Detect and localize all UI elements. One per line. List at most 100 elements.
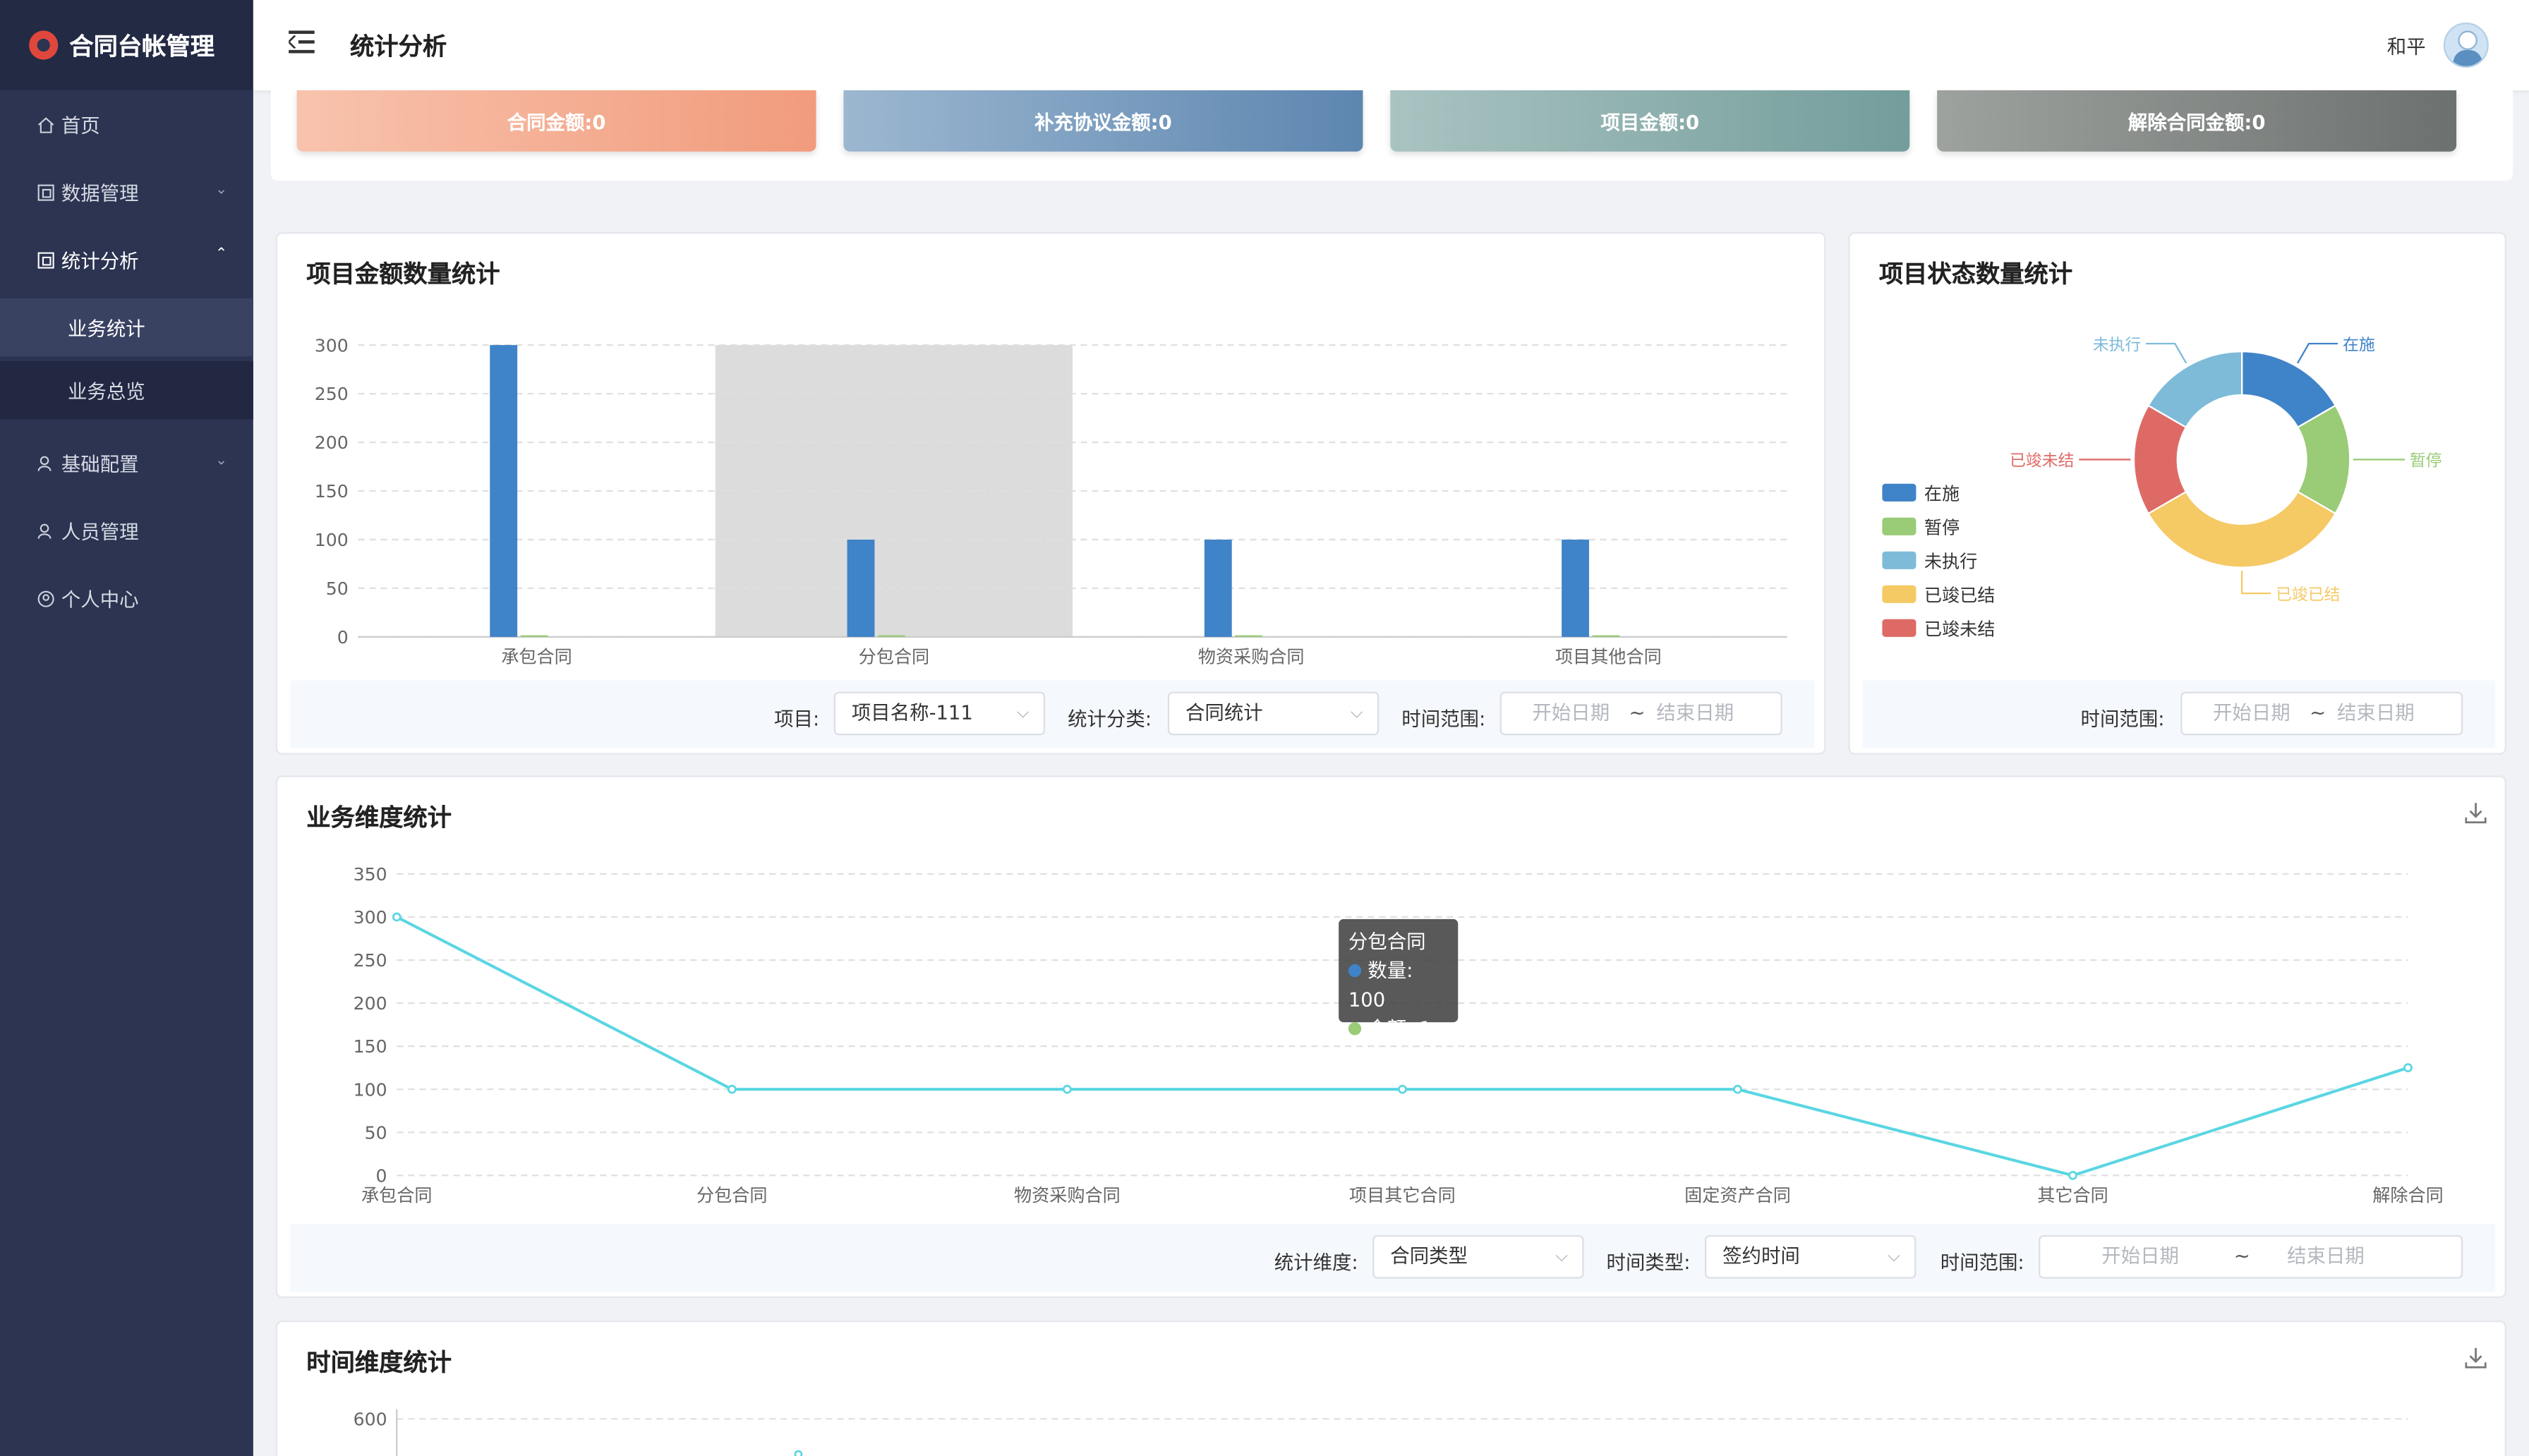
sidebar-subitem-business-overview[interactable]: 业务总览 [0,360,253,420]
slice-label: 在施 [2343,336,2375,354]
sidebar-item-data-management[interactable]: 数据管理 ⌄ [0,158,253,226]
date-range-picker[interactable]: 开始日期 ~ 结束日期 [2180,691,2463,736]
start-date-input[interactable]: 开始日期 [2213,693,2290,734]
dimension-label: 统计维度: [1274,1251,1358,1274]
summary-card-label: 项目金额:0 [1600,110,1700,133]
data-point [794,1450,803,1456]
supplement-amount-card: 补充协议金额:0 [843,90,1363,152]
x-tick-label: 分包合同 [696,1185,768,1206]
summary-card-label: 解除合同金额:0 [2127,110,2266,133]
dimension-select[interactable]: 合同类型 ⌵ [1372,1234,1584,1279]
x-tick-label: 物资采购合同 [1198,646,1305,667]
legend-swatch [1882,517,1917,535]
sidebar-item-home[interactable]: 首页 [0,90,253,158]
label-leader-line [2240,571,2271,595]
sidebar-item-label: 基础配置 [61,452,139,475]
project-amount-card: 项目金额:0 [1390,90,1910,152]
sidebar-item-base-config[interactable]: 基础配置 ⌄ [0,429,253,497]
chevron-down-icon: ⌄ [215,453,228,470]
x-tick-label: 承包合同 [501,646,572,667]
y-tick-label: 150 [354,1036,387,1057]
tooltip-title: 分包合同 [1348,930,1426,953]
end-date-input[interactable]: 结束日期 [1656,693,1734,734]
tooltip-row-text: 金额: 1 [1368,1017,1432,1041]
chevron-down-icon: ⌵ [1016,704,1030,722]
label-leader-line [2146,342,2187,364]
x-tick-label: 项目其他合同 [1555,646,1662,667]
y-tick-label: 250 [354,950,387,971]
date-range-picker[interactable]: 开始日期 ~ 结束日期 [2039,1234,2463,1279]
legend-swatch [1882,483,1917,502]
bar-amount [520,635,548,637]
start-date-input[interactable]: 开始日期 [1532,693,1610,734]
y-tick-label: 200 [315,432,349,453]
amount-filter-bar: 项目: 项目名称-111 ⌵ 统计分类: 合同统计 ⌵ 时间范围: 开始日期 ~… [290,680,1815,748]
bar-amount [1235,635,1263,637]
app-root: 合同台帐管理 首页 数据管理 ⌄ 统计分析 ⌃ 业务统计 业务总览 基础配置 ⌄… [0,0,2529,1456]
home-icon [35,114,54,133]
y-tick-label: 0 [337,627,349,648]
time-type-label: 时间类型: [1606,1251,1691,1274]
sidebar-item-personal-center[interactable]: 个人中心 [0,564,253,632]
y-tick-label: 0 [376,1165,387,1186]
top-header: 统计分析 和平 [253,0,2529,90]
x-tick-label: 分包合同 [859,646,930,667]
end-date-input[interactable]: 结束日期 [2337,693,2415,734]
range-separator: ~ [2310,701,2326,724]
end-date-input[interactable]: 结束日期 [2287,1237,2365,1277]
project-select[interactable]: 项目名称-111 ⌵ [833,691,1046,736]
app-logo-bar[interactable]: 合同台帐管理 [0,0,253,90]
range-separator: ~ [2233,1244,2250,1268]
avatar[interactable] [2443,22,2489,68]
y-tick-label: 100 [315,530,349,550]
status-donut-chart: 在施暂停已竣已结已竣未结未执行在施暂停未执行已竣已结已竣未结 [1882,336,2442,640]
sidebar-item-label: 数据管理 [61,181,139,205]
contract-amount-card: 合同金额:0 [296,90,816,152]
business-filter-bar: 统计维度: 合同类型 ⌵ 时间类型: 签约时间 ⌵ 时间范围: 开始日期 ~ 结… [290,1223,2495,1292]
category-select[interactable]: 合同统计 ⌵ [1167,691,1380,736]
category-select-value: 合同统计 [1185,701,1263,724]
x-tick-label: 固定资产合同 [1684,1185,1791,1206]
status-filter-bar: 时间范围: 开始日期 ~ 结束日期 [1862,680,2495,748]
y-tick-label: 350 [354,864,387,885]
y-tick-label: 250 [315,384,349,404]
range-label: 时间范围: [2080,708,2165,731]
user-name[interactable]: 和平 [2387,32,2426,60]
status-count-panel: 项目状态数量统计 在施 暂停 已竣已结 已竣未结 未执行 在施 暂停 未执行 已竣已结 已竣未结 … [1848,232,2506,755]
slice-label: 暂停 [2410,452,2442,471]
series-color-dot [1348,1022,1362,1036]
sidebar-item-personnel[interactable]: 人员管理 [0,497,253,564]
user-circle-icon [35,588,54,607]
chevron-down-icon: ⌄ [215,182,228,199]
sidebar-item-label: 统计分析 [61,249,139,272]
sidebar-item-statistics[interactable]: 统计分析 ⌃ [0,226,253,293]
slice-label: 未执行 [2093,336,2142,354]
time-type-select[interactable]: 签约时间 ⌵ [1704,1234,1917,1279]
y-tick-label: 600 [354,1409,387,1430]
legend-swatch [1882,551,1917,569]
amount-bar-chart: 0 50 100 150 200 250 300 承包合同 分包合同 物资采购合同 项目其他合同 [315,335,1787,667]
slice-label: 已竣未结 [2010,452,2074,471]
sidebar-subitem-business-stats[interactable]: 业务统计 [0,298,253,357]
donut-slice [2147,490,2337,569]
start-date-input[interactable]: 开始日期 [2101,1237,2179,1277]
bar-count [847,539,875,637]
users-icon [35,521,54,540]
date-range-picker[interactable]: 开始日期 ~ 结束日期 [1499,691,1782,736]
database-icon [35,182,54,201]
range-separator: ~ [1629,701,1646,724]
menu-toggle-icon[interactable] [289,30,315,54]
sidebar-item-label: 首页 [61,114,100,137]
bar-count [490,345,518,637]
tooltip-row-count: 数量: 100 [1348,956,1449,1014]
sidebar-item-label: 个人中心 [61,588,139,611]
x-tick-label: 物资采购合同 [1014,1185,1121,1206]
project-select-value: 项目名称-111 [851,701,973,724]
slice-label: 已竣已结 [2276,586,2340,604]
bar-amount [877,635,905,637]
legend-swatch [1882,619,1917,637]
amount-count-panel: 项目金额数量统计 0 50 100 150 200 250 300 承包合同 分包合同 物资采购合… [275,232,1826,755]
data-point [392,912,402,922]
project-label: 项目: [774,708,820,731]
chevron-down-icon: ⌵ [1351,704,1363,722]
